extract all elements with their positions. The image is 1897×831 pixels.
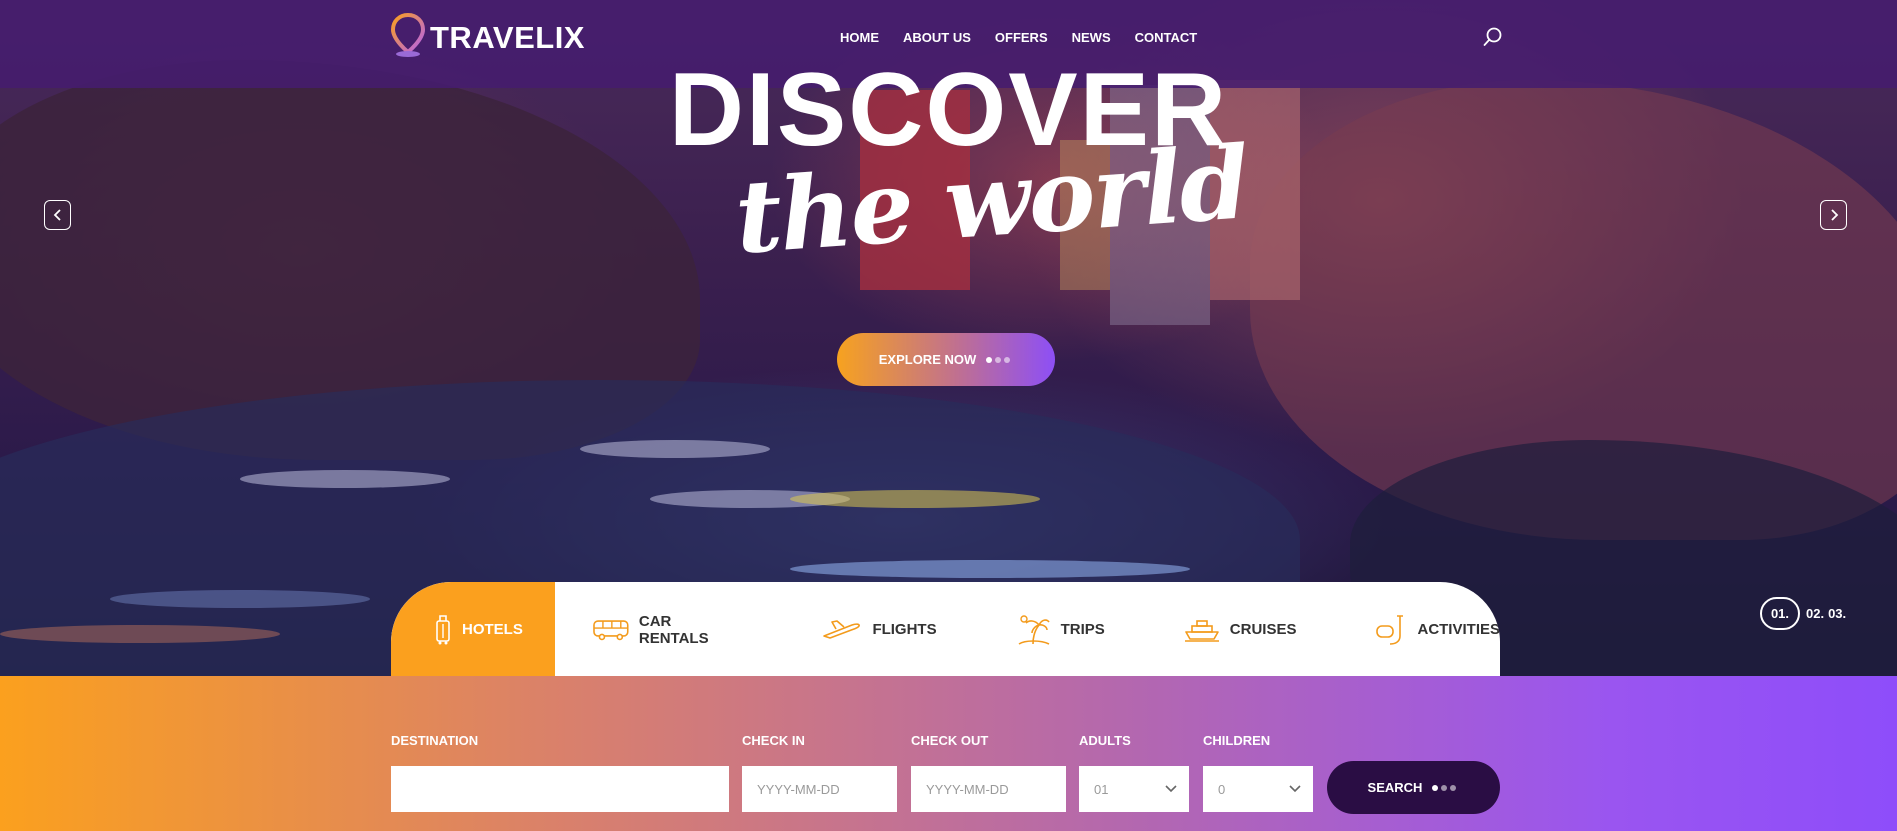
tab-cruises[interactable]: CRUISES	[1184, 582, 1297, 677]
children-select[interactable]: 0	[1203, 766, 1313, 812]
adults-label: ADULTS	[1079, 733, 1131, 748]
tab-label: ACTIVITIES	[1417, 621, 1500, 638]
search-form: DESTINATION CHECK IN CHECK OUT ADULTS 01…	[0, 676, 1897, 831]
chevron-down-icon	[1289, 785, 1301, 793]
boat	[580, 440, 770, 458]
nav-about-us[interactable]: ABOUT US	[903, 30, 971, 45]
island-icon	[1018, 614, 1050, 645]
check-out-label: CHECK OUT	[911, 733, 989, 748]
logo-text: TRAVELIX	[430, 20, 585, 55]
chevron-left-icon	[53, 209, 61, 221]
tab-trips[interactable]: TRIPS	[1017, 582, 1105, 677]
logo[interactable]: TRAVELIX	[390, 12, 585, 58]
suitcase-icon	[436, 614, 450, 644]
slider-next-button[interactable]	[1820, 200, 1847, 230]
destination-label: DESTINATION	[391, 733, 479, 748]
check-in-label: CHECK IN	[742, 733, 805, 748]
bus-icon	[593, 619, 629, 640]
slide-number[interactable]: 02.	[1806, 606, 1824, 621]
slide-number-active[interactable]: 01.	[1760, 597, 1800, 630]
slide-pagination: 01. 02. 03.	[1760, 597, 1850, 630]
explore-now-button[interactable]: EXPLORE NOW	[837, 333, 1055, 386]
boat	[110, 590, 370, 608]
nav-home[interactable]: HOME	[840, 30, 879, 45]
tab-hotels[interactable]: HOTELS	[391, 582, 556, 677]
snorkel-icon	[1376, 614, 1404, 645]
chevron-right-icon	[1830, 209, 1838, 221]
boat	[790, 490, 1040, 508]
search-tabs: HOTELS CAR RENTALS FLIGHTS TRIPS CRUISES…	[391, 582, 1500, 677]
tab-label: CAR RENTALS	[638, 612, 709, 647]
nav-news[interactable]: NEWS	[1072, 30, 1111, 45]
adults-select[interactable]: 01	[1079, 766, 1189, 812]
main-nav: HOME ABOUT US OFFERS NEWS CONTACT	[840, 30, 1197, 45]
tab-label: HOTELS	[462, 621, 523, 638]
adults-value: 01	[1094, 781, 1109, 797]
destination-input[interactable]	[391, 766, 729, 812]
boat	[0, 625, 280, 643]
nav-contact[interactable]: CONTACT	[1135, 30, 1198, 45]
boat	[240, 470, 450, 488]
tab-label: CRUISES	[1229, 621, 1297, 638]
search-icon[interactable]	[1482, 26, 1504, 48]
search-button-label: SEARCH	[1367, 780, 1423, 795]
search-button[interactable]: SEARCH	[1327, 761, 1500, 814]
tab-car-rentals[interactable]: CAR RENTALS	[593, 582, 744, 677]
check-in-input[interactable]	[742, 766, 897, 812]
dots-icon	[986, 356, 1013, 363]
slider-prev-button[interactable]	[44, 200, 71, 230]
tab-label: FLIGHTS	[872, 621, 937, 638]
children-label: CHILDREN	[1203, 733, 1271, 748]
slide-number[interactable]: 03.	[1828, 606, 1846, 621]
chevron-down-icon	[1165, 785, 1177, 793]
tab-flights[interactable]: FLIGHTS	[822, 582, 937, 677]
ship-icon	[1184, 619, 1219, 642]
children-value: 0	[1218, 781, 1226, 797]
tab-label: TRIPS	[1060, 621, 1105, 638]
location-pin-icon	[390, 12, 426, 58]
dots-icon	[1432, 784, 1459, 791]
explore-now-label: EXPLORE NOW	[878, 352, 977, 367]
check-out-input[interactable]	[911, 766, 1066, 812]
boat	[790, 560, 1190, 578]
nav-offers[interactable]: OFFERS	[995, 30, 1048, 45]
plane-icon	[823, 619, 861, 639]
